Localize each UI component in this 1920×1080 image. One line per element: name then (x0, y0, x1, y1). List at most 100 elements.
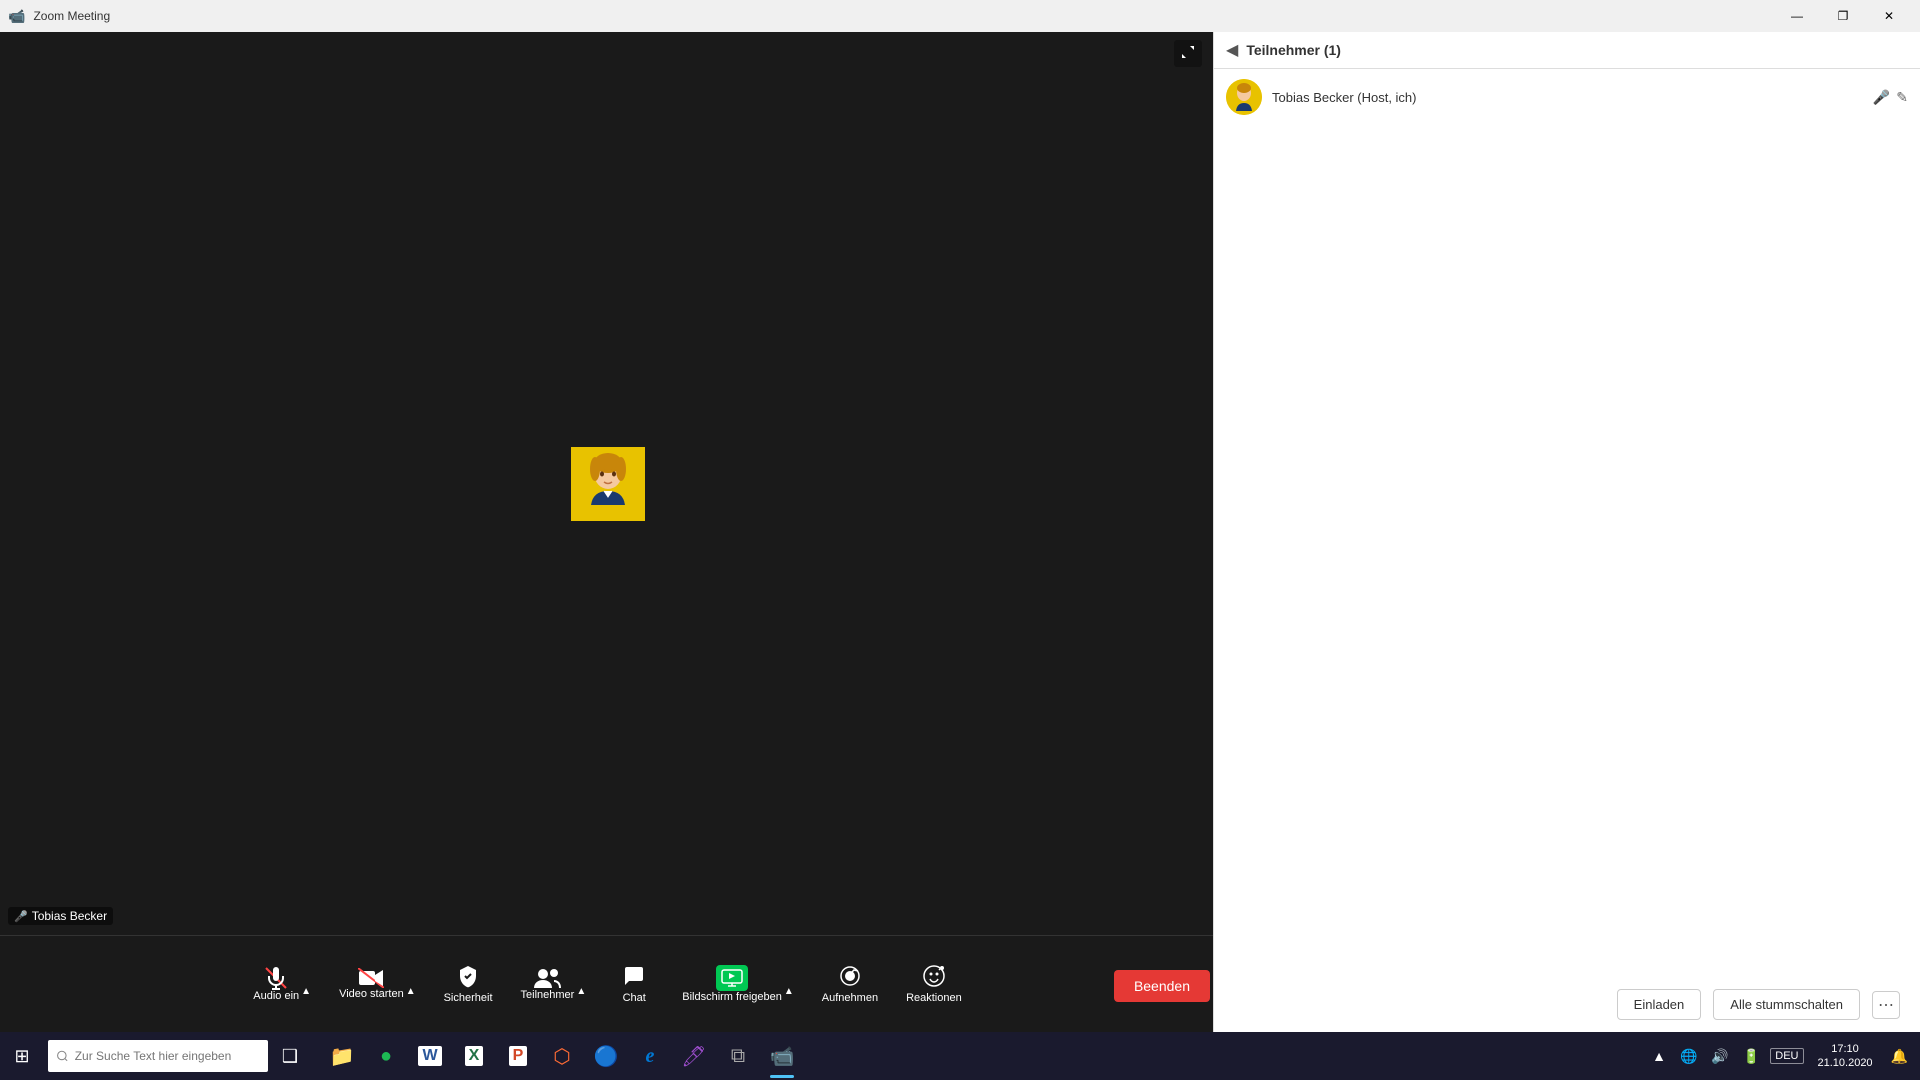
task-view-icon: ❑ (282, 1046, 298, 1067)
mute-indicator: 🎤 (14, 910, 28, 923)
app-button-1[interactable]: ⬡ (540, 1032, 584, 1080)
word-button[interactable]: W (408, 1032, 452, 1080)
search-icon (56, 1049, 69, 1063)
participant-full-name: Tobias Becker (Host, ich) (1272, 90, 1863, 105)
mute-all-button[interactable]: Alle stummschalten (1713, 989, 1860, 1020)
app2-icon: 🖊 (681, 1044, 706, 1069)
audio-chevron[interactable]: ▲ (301, 986, 311, 997)
zoom-taskbar-button[interactable]: 📹 (760, 1032, 804, 1080)
expand-button[interactable] (1174, 40, 1202, 67)
chrome-button[interactable]: 🔵 (584, 1032, 628, 1080)
share-main[interactable]: Bildschirm freigeben (682, 965, 782, 1003)
taskbar-apps: 📁 ● W X P ⬡ 🔵 e 🖊 ⧉ 📹 (312, 1032, 1640, 1080)
security-icon (456, 964, 480, 988)
language-badge: DEU (1770, 1048, 1803, 1064)
minimize-button[interactable]: — (1774, 0, 1820, 32)
windows-taskbar: ⊞ ❑ 📁 ● W X P ⬡ 🔵 e (0, 1032, 1920, 1080)
taskbar-system-tray: ▲ 🌐 🔊 🔋 DEU 17:10 21.10.2020 🔔 (1640, 1042, 1920, 1071)
participant-name-label: 🎤 Tobias Becker (8, 907, 113, 925)
share-chevron[interactable]: ▲ (784, 986, 794, 997)
spotify-icon: ● (380, 1045, 392, 1068)
participant-list-item: Tobias Becker (Host, ich) 🎤 ✎ (1214, 69, 1920, 125)
meeting-area: 🎤 Tobias Becker (0, 32, 1215, 935)
security-label: Sicherheit (444, 992, 493, 1004)
meeting-toolbar: Audio ein ▲ Video starten ▲ Sicherheit (0, 935, 1215, 1032)
chat-button[interactable]: Chat (604, 958, 664, 1010)
file-explorer-button[interactable]: 📁 (320, 1032, 364, 1080)
participant-mic-icon: 🎤 (1873, 89, 1890, 106)
title-bar: 📹 Zoom Meeting — ❐ ✕ (0, 0, 1920, 32)
edge-button[interactable]: e (628, 1032, 672, 1080)
participant-display-name: Tobias Becker (32, 909, 107, 923)
powerpoint-button[interactable]: P (496, 1032, 540, 1080)
chat-label: Chat (623, 992, 646, 1004)
title-left: 📹 Zoom Meeting (8, 8, 110, 25)
taskbar-search[interactable] (48, 1040, 268, 1072)
audio-icon (264, 966, 288, 990)
participant-action-icons: 🎤 ✎ (1873, 89, 1908, 106)
sidebar-bottom-buttons: Einladen Alle stummschalten ⋯ (1617, 989, 1900, 1020)
video-main[interactable]: Video starten (339, 968, 404, 1000)
participant-photo (1226, 79, 1262, 115)
system-tray-expand[interactable]: ▲ (1648, 1046, 1670, 1066)
participants-icon (533, 967, 561, 989)
reactions-icon (922, 964, 946, 988)
share-icon (716, 965, 748, 991)
sidebar-more-button[interactable]: ⋯ (1872, 991, 1900, 1019)
excel-button[interactable]: X (452, 1032, 496, 1080)
explorer-icon: 📁 (330, 1044, 355, 1069)
video-button[interactable]: Video starten ▲ (329, 962, 426, 1006)
clock-date: 21.10.2020 (1818, 1056, 1873, 1070)
record-button[interactable]: Aufnehmen (812, 958, 888, 1010)
participants-label: Teilnehmer (521, 989, 575, 1001)
share-screen-button[interactable]: Bildschirm freigeben ▲ (672, 959, 804, 1009)
network-icon[interactable]: 🌐 (1676, 1046, 1701, 1067)
powerpoint-icon: P (509, 1046, 528, 1066)
invite-button[interactable]: Einladen (1617, 989, 1702, 1020)
window-title: Zoom Meeting (33, 9, 110, 23)
zoom-taskbar-icon: 📹 (770, 1044, 795, 1069)
app3-icon: ⧉ (731, 1045, 745, 1068)
notifications-icon[interactable]: 🔔 (1887, 1046, 1912, 1067)
video-chevron[interactable]: ▲ (406, 986, 416, 997)
participant-avatar (571, 447, 645, 521)
start-button[interactable]: ⊞ (0, 1032, 44, 1080)
restore-button[interactable]: ❐ (1820, 0, 1866, 32)
security-button[interactable]: Sicherheit (434, 958, 503, 1010)
task-view-button[interactable]: ❑ (268, 1032, 312, 1080)
taskbar-search-input[interactable] (75, 1049, 260, 1063)
record-icon (838, 964, 862, 988)
app-button-2[interactable]: 🖊 (672, 1032, 716, 1080)
video-icon (358, 968, 384, 988)
battery-icon[interactable]: 🔋 (1739, 1046, 1764, 1067)
window-controls[interactable]: — ❐ ✕ (1774, 0, 1912, 32)
audio-main[interactable]: Audio ein (253, 966, 299, 1002)
participants-button[interactable]: Teilnehmer ▲ (511, 961, 597, 1007)
app-button-3[interactable]: ⧉ (716, 1032, 760, 1080)
sidebar-title: Teilnehmer (1) (1246, 42, 1341, 58)
chrome-icon: 🔵 (594, 1044, 619, 1069)
reactions-label: Reaktionen (906, 992, 962, 1004)
zoom-icon: 📹 (8, 8, 25, 25)
sidebar-collapse-button[interactable]: ◀ (1226, 40, 1238, 60)
end-meeting-button[interactable]: Beenden (1114, 970, 1210, 1002)
share-label: Bildschirm freigeben (682, 991, 782, 1003)
windows-logo: ⊞ (14, 1046, 29, 1067)
participant-edit-icon: ✎ (1896, 89, 1908, 106)
app1-icon: ⬡ (553, 1044, 570, 1069)
video-label: Video starten (339, 988, 404, 1000)
chat-icon (622, 964, 646, 988)
clock-time: 17:10 (1818, 1042, 1873, 1056)
taskbar-clock[interactable]: 17:10 21.10.2020 (1810, 1042, 1881, 1071)
avatar-image (571, 447, 645, 521)
edge-icon: e (646, 1045, 655, 1068)
record-label: Aufnehmen (822, 992, 878, 1004)
volume-icon[interactable]: 🔊 (1707, 1046, 1732, 1067)
reactions-button[interactable]: Reaktionen (896, 958, 972, 1010)
audio-button[interactable]: Audio ein ▲ (243, 960, 321, 1008)
spotify-button[interactable]: ● (364, 1032, 408, 1080)
participants-chevron[interactable]: ▲ (576, 986, 586, 997)
close-button[interactable]: ✕ (1866, 0, 1912, 32)
participants-main[interactable]: Teilnehmer (521, 967, 575, 1001)
sidebar-header: ◀ Teilnehmer (1) (1214, 32, 1920, 69)
